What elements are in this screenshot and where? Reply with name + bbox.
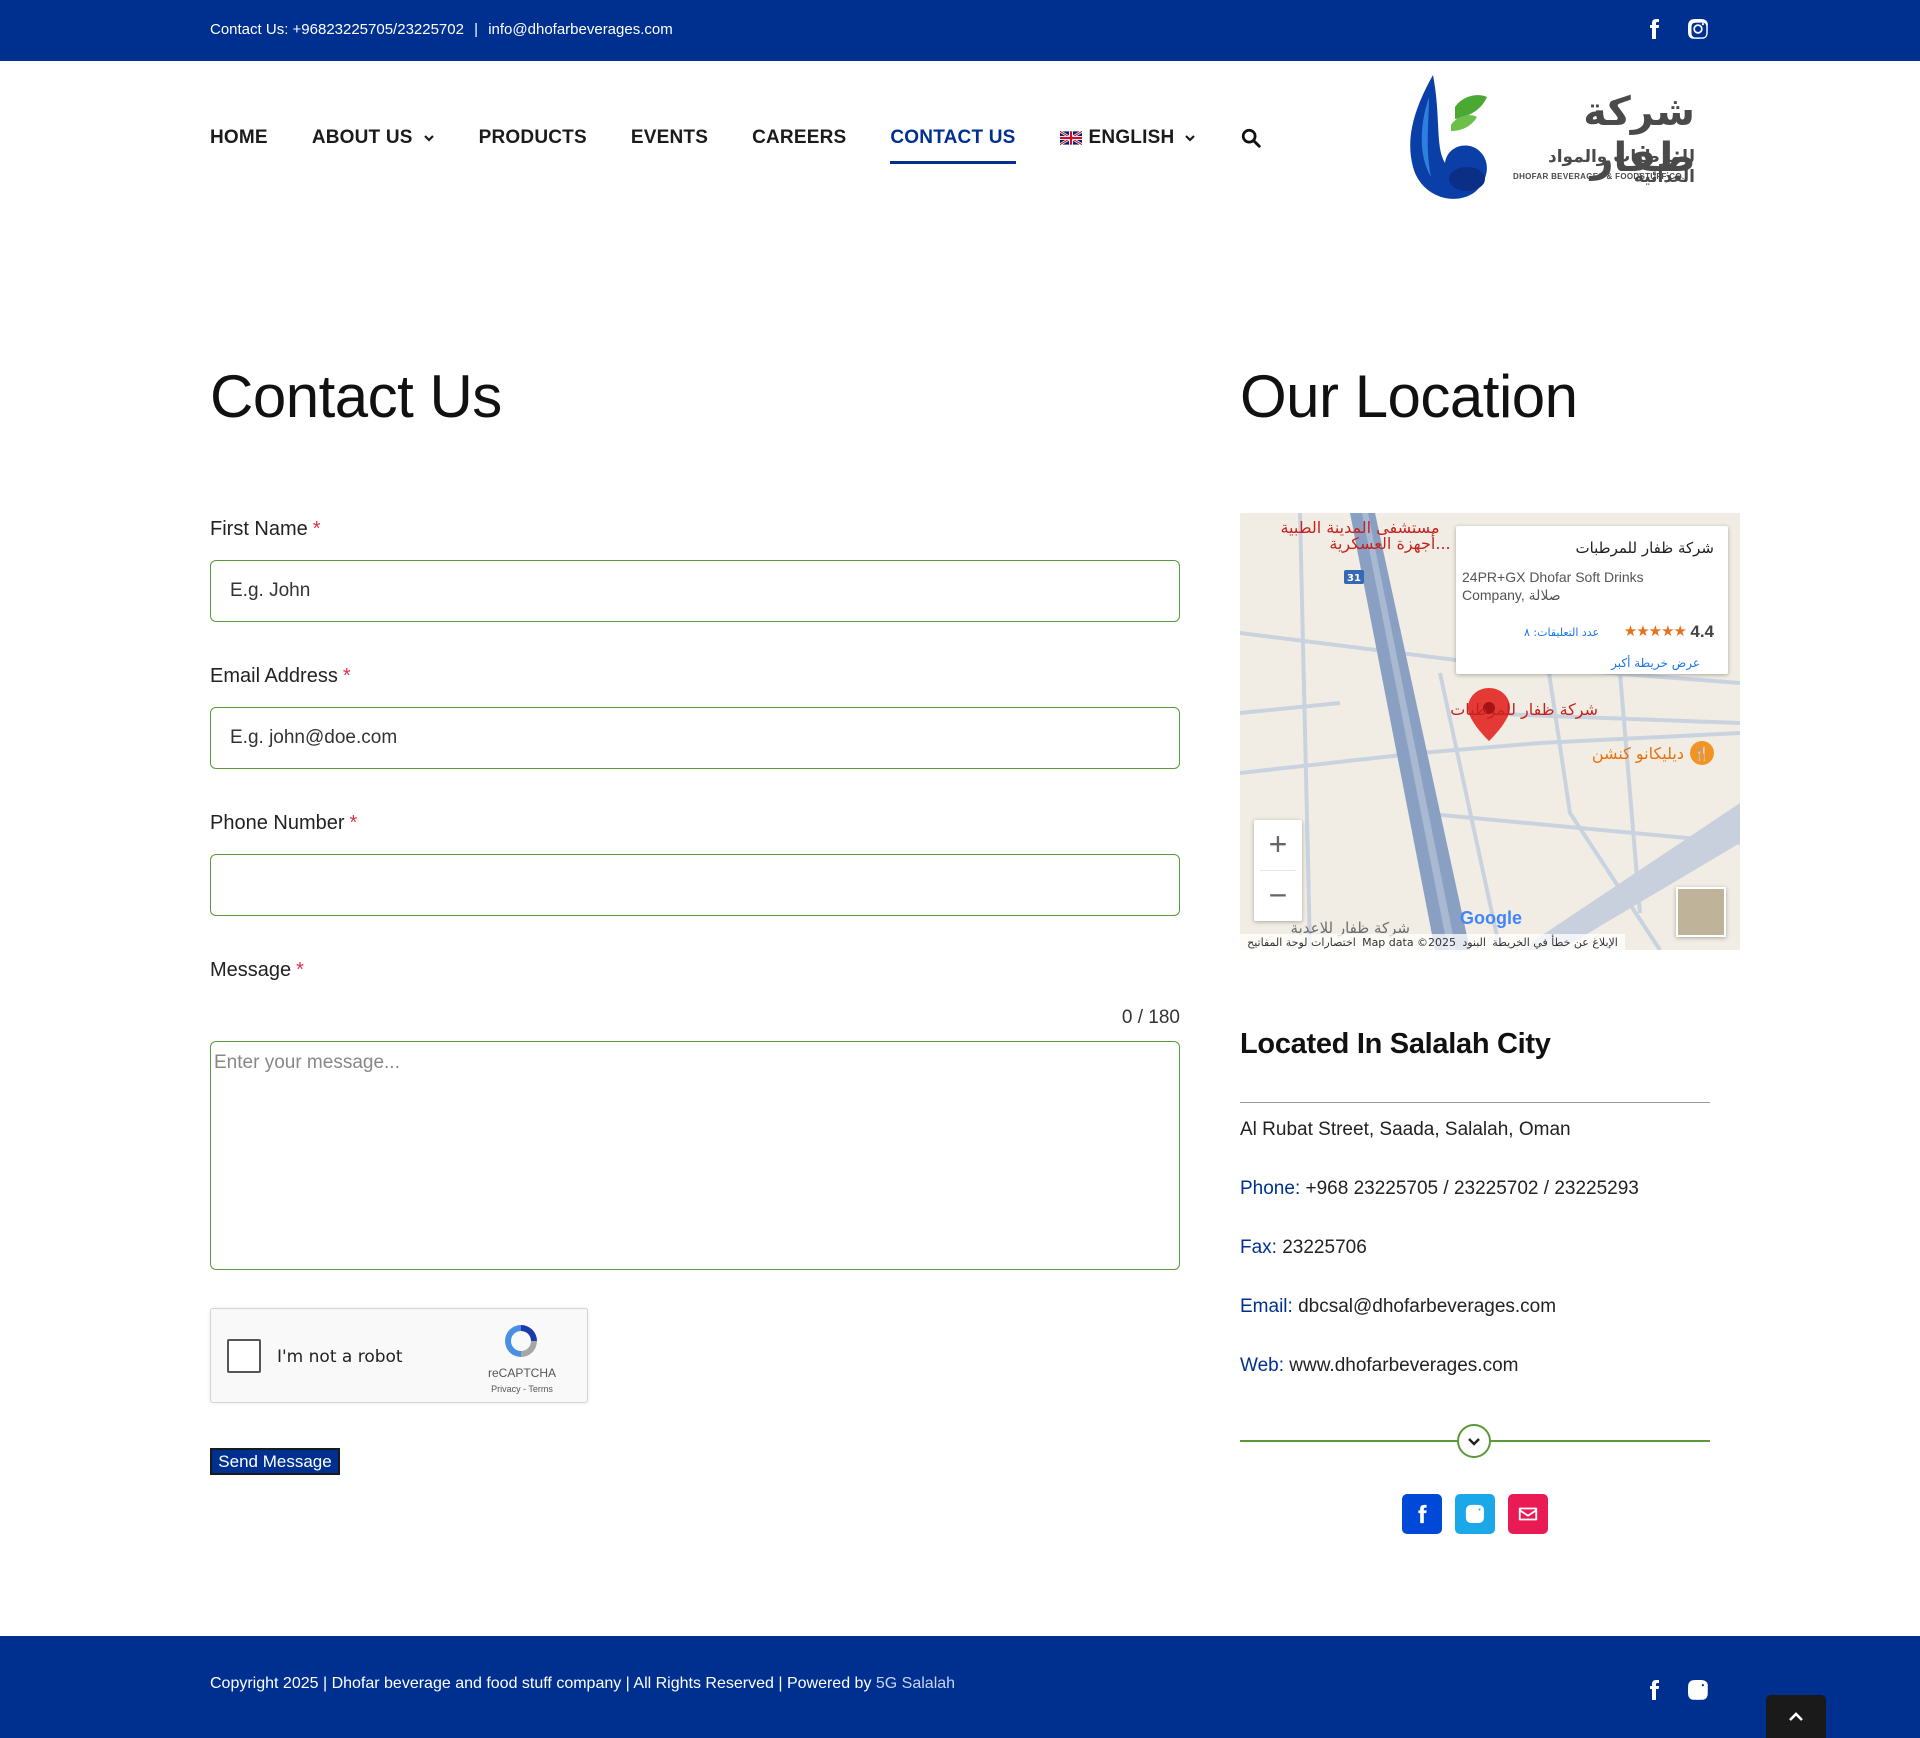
recaptcha-label: I'm not a robot xyxy=(277,1347,403,1367)
nav-language-switcher[interactable]: ENGLISH xyxy=(1059,123,1197,153)
message-char-counter: 0 / 180 xyxy=(1121,1007,1180,1028)
logo-drop-icon xyxy=(1410,75,1487,199)
top-contact-email[interactable]: info@dhofarbeverages.com xyxy=(488,21,673,38)
top-bar: Contact Us: +96823225705/23225702 | info… xyxy=(0,0,1920,61)
nav-events[interactable]: EVENTS xyxy=(631,123,708,153)
map-keyboard-shortcuts[interactable]: اختصارات لوحة المفاتيح xyxy=(1247,936,1356,949)
email-label: Email Address * xyxy=(210,665,351,687)
first-name-field[interactable] xyxy=(210,560,1180,622)
instagram-icon xyxy=(1465,1504,1485,1524)
map-attribution: اختصارات لوحة المفاتيح Map data ©2025 ال… xyxy=(1240,934,1625,950)
location-social-links xyxy=(1402,1494,1548,1534)
recaptcha-widget: I'm not a robot reCAPTCHA Privacy - Term… xyxy=(210,1308,588,1403)
map-pin-label: شركة ظفار للمرطبات xyxy=(1450,700,1598,720)
main-nav: HOME ABOUT US PRODUCTS EVENTS CAREERS CO… xyxy=(210,123,1262,164)
recaptcha-terms[interactable]: Privacy - Terms xyxy=(477,1384,567,1394)
top-social-links xyxy=(1642,17,1710,41)
map-restaurant-label: ديليكانو كنشن xyxy=(1592,744,1684,764)
zoom-in-button[interactable]: + xyxy=(1254,820,1302,870)
email-field[interactable] xyxy=(210,707,1180,769)
footer-social-links xyxy=(1642,1678,1710,1702)
top-contact-info: Contact Us: +96823225705/23225702 | info… xyxy=(210,21,673,38)
instagram-icon[interactable] xyxy=(1686,17,1710,41)
chevron-down-icon xyxy=(1468,1438,1480,1446)
top-contact-phone: Contact Us: +96823225705/23225702 xyxy=(210,21,464,38)
map-satellite-toggle[interactable] xyxy=(1676,887,1726,937)
map-zoom-controls: + − xyxy=(1254,820,1302,921)
recaptcha-logo-icon xyxy=(505,1325,537,1357)
map-place-address: 24PR+GX Dhofar Soft Drinks Company, صلال… xyxy=(1462,569,1644,603)
google-logo: Google xyxy=(1460,908,1522,928)
google-map[interactable]: 31 مستشفى المدينة الطبية أجهزة العسكرية.… xyxy=(1240,513,1740,950)
star-rating-icon: ★★★★★ xyxy=(1623,623,1687,640)
phone-label: Phone Number * xyxy=(210,812,358,834)
envelope-icon xyxy=(1518,1507,1538,1521)
location-email: Email: dbcsal@dhofarbeverages.com xyxy=(1240,1296,1557,1317)
map-info-card: شركة ظفار للمرطبات 24PR+GX Dhofar Soft D… xyxy=(1456,526,1728,674)
recaptcha-checkbox[interactable] xyxy=(227,1339,261,1373)
recaptcha-brand: reCAPTCHA xyxy=(487,1366,556,1380)
map-terms-link[interactable]: البنود xyxy=(1462,936,1486,949)
company-logo[interactable]: شركة ظفار للمرطبات والمواد الغذائية DHOF… xyxy=(1405,67,1695,207)
instagram-icon[interactable] xyxy=(1686,1678,1710,1702)
footer-copyright: Copyright 2025 | Dhofar beverage and foo… xyxy=(210,1675,956,1692)
location-divider xyxy=(1240,1102,1710,1103)
nav-about-us[interactable]: ABOUT US xyxy=(312,123,435,153)
nav-contact-us[interactable]: CONTACT US xyxy=(890,123,1016,164)
scroll-to-top-button[interactable] xyxy=(1766,1695,1826,1738)
footer-powered-by-link[interactable]: 5G Salalah xyxy=(876,1675,955,1692)
message-field[interactable] xyxy=(210,1041,1180,1270)
location-address: Al Rubat Street, Saada, Salalah, Oman xyxy=(1240,1119,1571,1140)
nav-careers[interactable]: CAREERS xyxy=(752,123,846,153)
map-report-error-link[interactable]: الإبلاغ عن خطأ في الخريطة xyxy=(1492,936,1618,949)
nav-products[interactable]: PRODUCTS xyxy=(479,123,587,153)
svg-text:🍴: 🍴 xyxy=(1694,746,1710,762)
location-phone: Phone: +968 23225705 / 23225702 / 232252… xyxy=(1240,1178,1639,1199)
separator-chevron xyxy=(1457,1424,1491,1458)
chevron-down-icon xyxy=(1185,135,1196,142)
map-data-credit: Map data ©2025 xyxy=(1362,935,1457,949)
facebook-icon[interactable] xyxy=(1642,1678,1666,1702)
facebook-button[interactable] xyxy=(1402,1494,1442,1534)
map-place-name: شركة ظفار للمرطبات xyxy=(1575,539,1714,557)
chevron-down-icon xyxy=(423,135,434,142)
site-header: HOME ABOUT US PRODUCTS EVENTS CAREERS CO… xyxy=(0,61,1920,211)
first-name-label: First Name * xyxy=(210,518,321,540)
map-view-larger-link[interactable]: عرض خريطة أكبر xyxy=(1611,656,1700,670)
facebook-icon xyxy=(1418,1504,1427,1524)
send-message-button[interactable]: Send Message xyxy=(210,1448,340,1475)
phone-field[interactable] xyxy=(210,854,1180,916)
location-title: Our Location xyxy=(1240,363,1578,430)
email-button[interactable] xyxy=(1508,1494,1548,1534)
map-reviews-link[interactable]: عدد التعليقات: ٨ xyxy=(1524,626,1599,639)
zoom-out-button[interactable]: − xyxy=(1254,871,1302,921)
logo-english-subtitle: DHOFAR BEVERAGES & FOODSTUFF CO. xyxy=(1513,172,1685,181)
site-footer: Copyright 2025 | Dhofar beverage and foo… xyxy=(0,1636,1920,1738)
instagram-button[interactable] xyxy=(1455,1494,1495,1534)
location-fax: Fax: 23225706 xyxy=(1240,1237,1367,1258)
logo-arabic-subtitle: للمرطبات والمواد الغذائية xyxy=(1547,147,1695,187)
search-icon xyxy=(1242,128,1262,148)
contact-title: Contact Us xyxy=(210,363,502,430)
map-road-number: 31 xyxy=(1347,573,1361,584)
uk-flag-icon xyxy=(1059,131,1082,145)
facebook-icon[interactable] xyxy=(1642,17,1666,41)
map-rating: 4.4 xyxy=(1690,622,1714,641)
location-heading: Located In Salalah City xyxy=(1240,1028,1551,1060)
message-label: Message * xyxy=(210,959,304,981)
map-hospital-label-2: أجهزة العسكرية... xyxy=(1329,533,1450,554)
nav-search[interactable] xyxy=(1240,123,1262,153)
nav-home[interactable]: HOME xyxy=(210,123,268,153)
location-web: Web: www.dhofarbeverages.com xyxy=(1240,1355,1519,1376)
chevron-up-icon xyxy=(1789,1711,1803,1721)
